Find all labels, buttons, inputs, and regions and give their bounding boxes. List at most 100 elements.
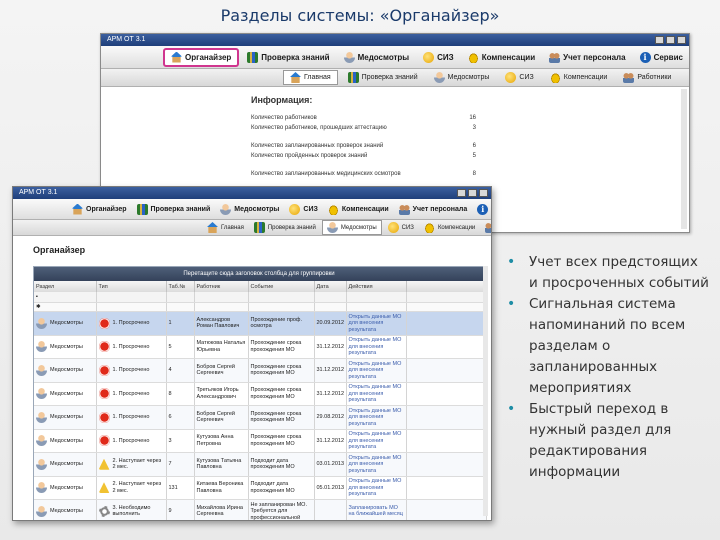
egg-icon [423,51,435,63]
info-icon: i [639,51,651,63]
subtab-knowledge[interactable]: Проверка знаний [250,221,320,234]
info-icon: i [477,203,489,215]
tab-organizer[interactable]: Органайзер [163,47,240,67]
action-link[interactable]: Открыть данные МО для внесения результат… [346,429,407,453]
maximize-button[interactable] [468,189,477,197]
coins-icon [327,203,339,215]
action-link[interactable]: Открыть данные МО для внесения результат… [346,358,407,383]
minimize-button[interactable] [457,189,466,197]
coins-icon [467,51,479,63]
bullet-item: Учет всех предстоящих и просроченных соб… [505,252,710,294]
action-link[interactable]: Открыть данные МО для внесения результат… [346,405,407,430]
subtab-knowledge[interactable]: Проверка знаний [342,71,424,84]
tab-siz[interactable]: СИЗ [285,203,321,216]
tab-service[interactable]: iСервис [473,203,491,216]
books-icon [253,222,265,233]
bullet-item: Быстрый переход в нужный раздел для реда… [505,399,710,483]
column-header-date[interactable]: Дата [314,281,347,292]
main-tabbar: Органайзер Проверка знаний Медосмотры СИ… [101,46,689,69]
people-icon [549,51,561,63]
subtab-main[interactable]: Главная [283,70,338,85]
table-row[interactable]: Медосмотры 3. Необходимо выполнить 9 Мих… [34,499,487,520]
table-row[interactable]: Медосмотры 1. Просрочено 8 Третьяков Иго… [34,382,487,406]
subtab-siz[interactable]: СИЗ [384,221,418,234]
filter-row[interactable]: ▪ [34,292,487,303]
close-button[interactable] [677,36,686,44]
tab-service[interactable]: iСервис [634,50,689,65]
action-link[interactable]: Запланировать МО на ближайшей месяц [346,499,407,520]
table-row[interactable]: Медосмотры 1. Просрочено 6 Бобров Сергей… [34,405,487,430]
tab-personnel[interactable]: Учет персонала [543,50,631,65]
house-icon [290,72,301,83]
tab-organizer[interactable]: Органайзер [68,203,131,216]
doctor-icon [343,51,355,63]
close-button[interactable] [479,189,488,197]
column-header-section[interactable]: Раздел [34,281,97,292]
table-row[interactable]: Медосмотры 1. Просрочено 1 Александров Р… [34,311,487,336]
subtab-main[interactable]: Главная [203,221,248,234]
slide-title: Разделы системы: «Органайзер» [220,6,500,25]
tab-compensation[interactable]: Компенсации [462,50,541,65]
coins-icon [549,72,561,83]
subtab-medical[interactable]: Медосмотры [428,71,496,84]
window-title: АРМ ОТ 3.1 [19,189,58,196]
doctor-icon [36,482,47,494]
egg-icon [505,72,517,83]
column-header-actions[interactable]: Действия [346,281,407,292]
table-row[interactable]: Медосмотры 1. Просрочено 4 Бобров Сергей… [34,358,487,383]
table-row[interactable]: Медосмотры 1. Просрочено 5 Матюкова Ната… [34,335,487,359]
tab-compensation[interactable]: Компенсации [324,203,393,216]
action-link[interactable]: Открыть данные МО для внесения результат… [346,335,407,359]
minimize-button[interactable] [655,36,664,44]
action-link[interactable]: Открыть данные МО для внесения результат… [346,452,407,477]
action-link[interactable]: Открыть данные МО для внесения результат… [346,311,407,336]
sub-tabbar: Главная Проверка знаний Медосмотры СИЗ К… [101,69,689,87]
subtab-siz[interactable]: СИЗ [499,71,539,84]
info-row: Количество работников 16 [251,115,476,121]
alert-icon [98,364,110,376]
bullet-item: Сигнальная система напоминаний по всем р… [505,294,710,399]
table-row[interactable]: Медосмотры 1. Просрочено 3 Кутузова Анна… [34,429,487,453]
window-title: АРМ ОТ 3.1 [107,36,146,43]
warning-icon [98,482,110,494]
action-link[interactable]: Открыть данные МО для внесения результат… [346,476,407,500]
subtab-medical[interactable]: Медосмотры [321,220,382,235]
table-row[interactable]: Медосмотры 2. Наступает через 2 мес. 7 К… [34,452,487,477]
action-link[interactable]: Открыть данные МО для внесения результат… [346,382,407,406]
tab-medical[interactable]: Медосмотры [338,50,416,65]
people-icon [485,222,491,233]
events-table: Раздел Тип Таб.№ Работник Событие Дата Д… [34,281,487,520]
tab-medical[interactable]: Медосмотры [216,203,283,216]
group-by-panel[interactable]: Перетащите сюда заголовок столбца для гр… [34,267,484,281]
alert-icon [98,317,110,329]
warning-icon [98,458,110,470]
books-icon [247,51,259,63]
column-header-worker[interactable]: Работник [194,281,249,292]
subtab-workers[interactable]: Работники [481,221,491,234]
people-icon [398,203,410,215]
tab-knowledge-check[interactable]: Проверка знаний [241,50,335,65]
column-header-type[interactable]: Тип [96,281,167,292]
subtab-workers[interactable]: Работники [617,71,677,84]
tab-knowledge-check[interactable]: Проверка знаний [133,203,215,216]
column-header-event[interactable]: Событие [248,281,315,292]
tab-personnel[interactable]: Учет персонала [395,203,472,216]
column-header-tab[interactable]: Таб.№ [166,281,195,292]
books-icon [347,72,359,83]
new-row[interactable]: ✱ [34,302,487,312]
tab-siz[interactable]: СИЗ [417,50,460,65]
subtab-compensation[interactable]: Компенсации [420,221,479,234]
organizer-grid: Перетащите сюда заголовок столбца для гр… [33,266,487,520]
info-row: Количество пройденных проверок знаний 5 [251,153,476,159]
info-row: Количество работников, прошедших аттеста… [251,125,476,131]
sub-tabbar: Главная Проверка знаний Медосмотры СИЗ К… [13,220,491,236]
alert-icon [98,388,110,400]
main-tabbar: Органайзер Проверка знаний Медосмотры СИ… [13,199,491,220]
table-row[interactable]: Медосмотры 2. Наступает через 2 мес. 131… [34,476,487,500]
scrollbar[interactable] [681,89,687,229]
scrollbar[interactable] [483,266,488,516]
maximize-button[interactable] [666,36,675,44]
doctor-icon [220,203,232,215]
doctor-icon [36,505,47,517]
subtab-compensation[interactable]: Компенсации [544,71,614,84]
